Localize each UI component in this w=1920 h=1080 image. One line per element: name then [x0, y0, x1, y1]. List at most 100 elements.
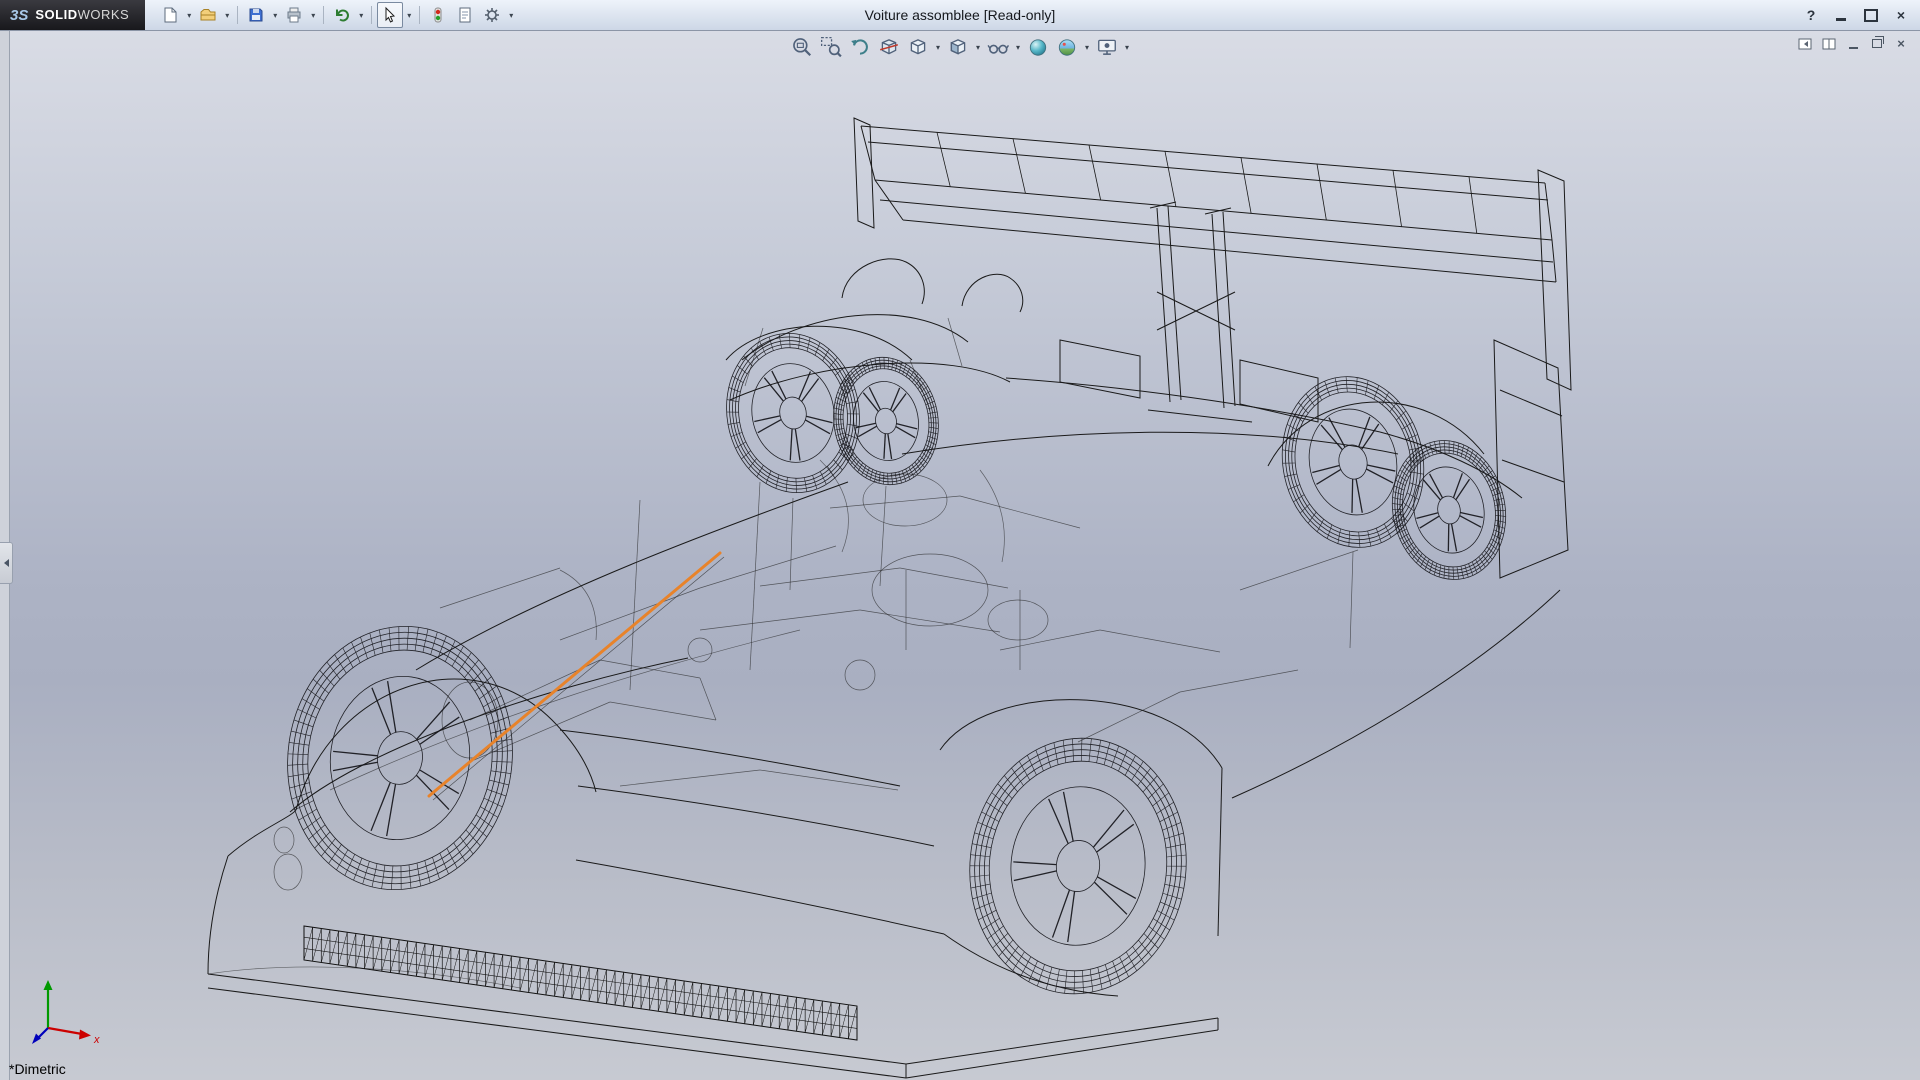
hub-rear-right-far	[1380, 430, 1519, 590]
edit-appearance-button[interactable]	[1025, 34, 1051, 60]
open-button[interactable]	[195, 2, 221, 28]
hide-show-glasses-icon	[987, 36, 1009, 58]
section-view-icon	[878, 36, 900, 58]
open-folder-icon	[199, 6, 217, 24]
undo-caret[interactable]: ▾	[356, 11, 366, 20]
toolbar-separator	[371, 6, 372, 24]
section-view-button[interactable]	[876, 34, 902, 60]
view-settings-button[interactable]	[1094, 34, 1120, 60]
save-button[interactable]	[243, 2, 269, 28]
close-button[interactable]: ×	[1890, 6, 1912, 25]
options-gear-icon	[483, 6, 501, 24]
open-caret[interactable]: ▾	[222, 11, 232, 20]
help-button[interactable]: ?	[1800, 6, 1822, 25]
hub-front-right-far	[824, 349, 949, 493]
rear-wing	[854, 118, 1571, 390]
apply-scene-icon	[1056, 36, 1078, 58]
zoom-to-area-icon	[820, 36, 842, 58]
toolbar-separator	[419, 6, 420, 24]
document-minimize-icon	[1849, 47, 1858, 49]
car-wireframe-model	[0, 30, 1920, 1080]
triad-x-label: x	[93, 1034, 100, 1046]
save-icon	[247, 6, 265, 24]
maximize-icon	[1864, 9, 1878, 22]
graphics-area[interactable]: ▾ ▾ ▾ ▾ ▾	[0, 30, 1920, 1080]
rebuild-stoplight-icon	[429, 6, 447, 24]
previous-view-icon	[849, 36, 871, 58]
solidworks-logo: 3S SOLIDWORKS	[0, 0, 145, 30]
view-settings-caret[interactable]: ▾	[1123, 43, 1131, 52]
toolbar-separator	[237, 6, 238, 24]
undo-icon	[333, 6, 351, 24]
file-properties-button[interactable]	[452, 2, 478, 28]
previous-window-icon	[1797, 36, 1813, 52]
window-layout-button[interactable]	[1820, 35, 1838, 52]
window-layout-icon	[1821, 36, 1837, 52]
minimize-button[interactable]	[1830, 6, 1852, 25]
quick-access-toolbar: ▾ ▾ ▾ ▾ ▾ ▾	[157, 2, 516, 28]
zoom-to-area-button[interactable]	[818, 34, 844, 60]
view-orientation-label: *Dimetric	[9, 1061, 66, 1077]
options-caret[interactable]: ▾	[506, 11, 516, 20]
file-properties-icon	[456, 6, 474, 24]
triad-y-axis	[44, 980, 53, 990]
view-orientation-button[interactable]	[905, 34, 931, 60]
orientation-triad: x	[24, 974, 108, 1050]
select-cursor-icon	[381, 6, 399, 24]
maximize-button[interactable]	[1860, 6, 1882, 25]
select-caret[interactable]: ▾	[404, 11, 414, 20]
print-caret[interactable]: ▾	[308, 11, 318, 20]
document-close-button[interactable]: ×	[1892, 35, 1910, 52]
hide-show-items-button[interactable]	[985, 34, 1011, 60]
zoom-to-fit-icon	[791, 36, 813, 58]
minimize-icon	[1836, 18, 1846, 21]
display-style-button[interactable]	[945, 34, 971, 60]
zoom-to-fit-button[interactable]	[789, 34, 815, 60]
dassault-logo-glyph: 3S	[10, 7, 28, 24]
print-button[interactable]	[281, 2, 307, 28]
titlebar: 3S SOLIDWORKS ▾ ▾ ▾ ▾ ▾ ▾	[0, 0, 1920, 31]
apply-scene-button[interactable]	[1054, 34, 1080, 60]
hide-show-items-caret[interactable]: ▾	[1014, 43, 1022, 52]
wing-ribs	[937, 132, 1477, 233]
display-style-caret[interactable]: ▾	[974, 43, 982, 52]
document-restore-button[interactable]	[1868, 35, 1886, 52]
options-button[interactable]	[479, 2, 505, 28]
new-document-button[interactable]	[157, 2, 183, 28]
selected-edge[interactable]	[429, 553, 720, 796]
wheel-front-left	[271, 612, 530, 905]
radiator-grille	[304, 926, 857, 1040]
collapse-arrow-icon	[4, 559, 9, 567]
toolbar-separator	[323, 6, 324, 24]
view-orientation-cube-icon	[907, 36, 929, 58]
new-document-icon	[161, 6, 179, 24]
previous-window-button[interactable]	[1796, 35, 1814, 52]
display-style-cube-icon	[947, 36, 969, 58]
edit-appearance-ball-icon	[1027, 36, 1049, 58]
document-minimize-button[interactable]	[1844, 35, 1862, 52]
select-button[interactable]	[377, 2, 403, 28]
brand-name-light: WORKS	[78, 7, 130, 22]
new-document-caret[interactable]: ▾	[184, 11, 194, 20]
featuremanager-flyout-tab[interactable]	[0, 542, 13, 584]
print-icon	[285, 6, 303, 24]
save-caret[interactable]: ▾	[270, 11, 280, 20]
rebuild-button[interactable]	[425, 2, 451, 28]
view-orientation-caret[interactable]: ▾	[934, 43, 942, 52]
rod-edge	[433, 557, 724, 800]
wing-supports	[1148, 202, 1252, 422]
document-restore-icon	[1872, 39, 1882, 48]
chassis-details	[208, 318, 1358, 988]
previous-view-button[interactable]	[847, 34, 873, 60]
solidworks-window: 3S SOLIDWORKS ▾ ▾ ▾ ▾ ▾ ▾	[0, 0, 1920, 1080]
brand-name-bold: SOLID	[35, 7, 77, 22]
window-title: Voiture assomblee [Read-only]	[865, 7, 1056, 23]
view-settings-icon	[1096, 36, 1118, 58]
wheel-front-right-far	[714, 323, 872, 503]
triad-x-axis	[79, 1030, 91, 1040]
apply-scene-caret[interactable]: ▾	[1083, 43, 1091, 52]
headsup-view-toolbar: ▾ ▾ ▾ ▾ ▾	[789, 34, 1131, 60]
document-window-controls: ×	[1796, 35, 1910, 52]
window-controls: ? ×	[1800, 6, 1920, 25]
undo-button[interactable]	[329, 2, 355, 28]
